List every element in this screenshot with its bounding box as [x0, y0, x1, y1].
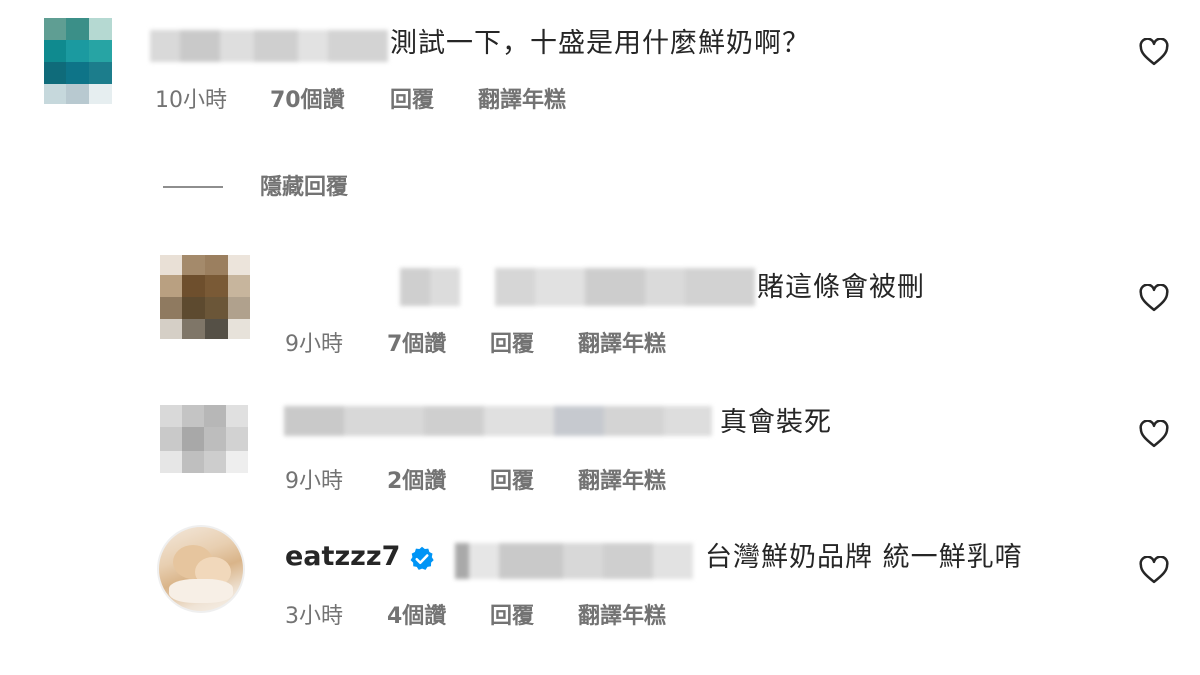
- username-redacted: [400, 268, 460, 306]
- mention-redacted: [455, 543, 693, 579]
- comment-time: 9小時: [285, 469, 343, 494]
- comment-meta: 9小時 2個讚 回覆 翻譯年糕: [285, 467, 705, 497]
- heart-outline-icon[interactable]: [1139, 38, 1169, 66]
- username-redacted: [150, 30, 388, 62]
- comment-text: 真會裝死: [720, 407, 832, 438]
- comment-time: 3小時: [285, 604, 343, 629]
- comment-meta: 3小時 4個讚 回覆 翻譯年糕: [285, 602, 705, 632]
- comment-time: 9小時: [285, 332, 343, 357]
- username[interactable]: eatzzz7: [285, 540, 400, 574]
- username-redacted: [284, 406, 712, 436]
- translate-button[interactable]: 翻譯年糕: [578, 467, 666, 497]
- translate-button[interactable]: 翻譯年糕: [578, 602, 666, 632]
- like-count[interactable]: 7個讚: [387, 330, 446, 360]
- comment-text: 賭這條會被刪: [757, 272, 925, 303]
- like-count[interactable]: 4個讚: [387, 602, 446, 632]
- mention-redacted: [495, 268, 755, 306]
- avatar[interactable]: [160, 255, 250, 339]
- hide-replies-button[interactable]: 隱藏回覆: [260, 173, 348, 203]
- translate-button[interactable]: 翻譯年糕: [478, 86, 566, 116]
- replies-divider: [163, 186, 223, 188]
- comment-meta: 10小時 70個讚 回覆 翻譯年糕: [155, 86, 615, 116]
- comment-text: 台灣鮮奶品牌 統一鮮乳唷: [705, 542, 1023, 573]
- reply-button[interactable]: 回覆: [490, 330, 534, 360]
- reply-button[interactable]: 回覆: [490, 467, 534, 497]
- verified-badge-icon: [410, 546, 434, 570]
- translate-button[interactable]: 翻譯年糕: [578, 330, 666, 360]
- like-count[interactable]: 2個讚: [387, 467, 446, 497]
- heart-outline-icon[interactable]: [1139, 284, 1169, 312]
- reply-button[interactable]: 回覆: [490, 602, 534, 632]
- comment-meta: 9小時 7個讚 回覆 翻譯年糕: [285, 330, 705, 360]
- avatar[interactable]: [157, 525, 245, 613]
- comment-text: 測試一下，十盛是用什麼鮮奶啊？: [390, 28, 810, 59]
- avatar[interactable]: [160, 405, 248, 473]
- comment-time: 10小時: [155, 88, 227, 113]
- reply-button[interactable]: 回覆: [390, 86, 434, 116]
- heart-outline-icon[interactable]: [1139, 420, 1169, 448]
- heart-outline-icon[interactable]: [1139, 556, 1169, 584]
- like-count[interactable]: 70個讚: [270, 86, 345, 116]
- avatar[interactable]: [44, 18, 112, 104]
